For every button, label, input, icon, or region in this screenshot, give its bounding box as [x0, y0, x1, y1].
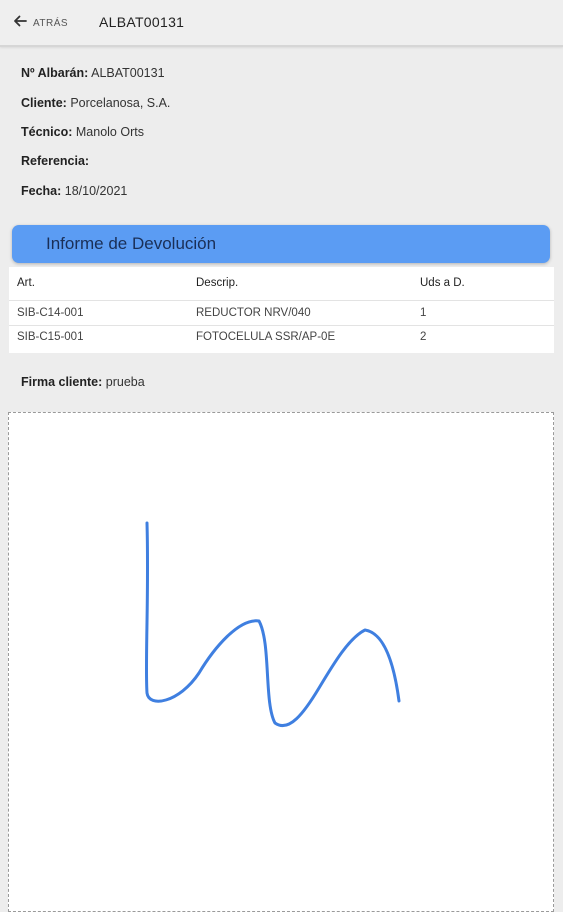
cell-descrip: FOTOCELULA SSR/AP-0E [196, 331, 336, 343]
back-label: ATRÁS [33, 17, 69, 29]
report-title: Informe de Devolución [46, 234, 217, 253]
arrow-left-icon [12, 13, 28, 34]
tecnico-label: Técnico: [21, 125, 73, 139]
cell-uds: 2 [420, 331, 427, 343]
albaran-value: ALBAT00131 [91, 66, 165, 80]
cell-uds: 1 [420, 307, 427, 319]
fecha-line: Fecha: 18/10/2021 [21, 184, 127, 198]
column-header-descrip: Descrip. [196, 277, 239, 289]
albaran-label: Nº Albarán: [21, 66, 89, 80]
row-divider [9, 325, 554, 326]
referencia-label: Referencia: [21, 154, 90, 168]
row-divider [9, 300, 554, 301]
signature-pad[interactable] [8, 412, 554, 912]
cliente-line: Cliente: Porcelanosa, S.A. [21, 96, 170, 110]
return-table: Art. Descrip. Uds a D. SIB-C14-001 REDUC… [9, 267, 554, 353]
signature-drawing [144, 521, 401, 727]
back-button[interactable]: ATRÁS [12, 12, 68, 34]
fecha-value: 18/10/2021 [64, 184, 128, 198]
tecnico-value: Manolo Orts [75, 125, 144, 139]
cliente-label: Cliente: [21, 96, 67, 110]
tecnico-line: Técnico: Manolo Orts [21, 125, 144, 139]
firma-line: Firma cliente: prueba [21, 375, 145, 389]
column-header-uds: Uds a D. [420, 277, 465, 289]
referencia-line: Referencia: [21, 154, 89, 168]
column-header-art: Art. [17, 277, 35, 289]
fecha-label: Fecha: [21, 184, 62, 198]
albaran-line: Nº Albarán: ALBAT00131 [21, 66, 165, 80]
cell-descrip: REDUCTOR NRV/040 [196, 307, 311, 319]
cliente-value: Porcelanosa, S.A. [70, 96, 171, 110]
cell-art: SIB-C15-001 [17, 331, 84, 343]
firma-value: prueba [105, 375, 145, 389]
signature-stroke [144, 521, 401, 727]
firma-label: Firma cliente: [21, 375, 103, 389]
page-title: ALBAT00131 [99, 14, 185, 30]
cell-art: SIB-C14-001 [17, 307, 84, 319]
top-bar: ATRÁS ALBAT00131 [0, 0, 563, 47]
report-header[interactable]: Informe de Devolución [12, 225, 550, 263]
